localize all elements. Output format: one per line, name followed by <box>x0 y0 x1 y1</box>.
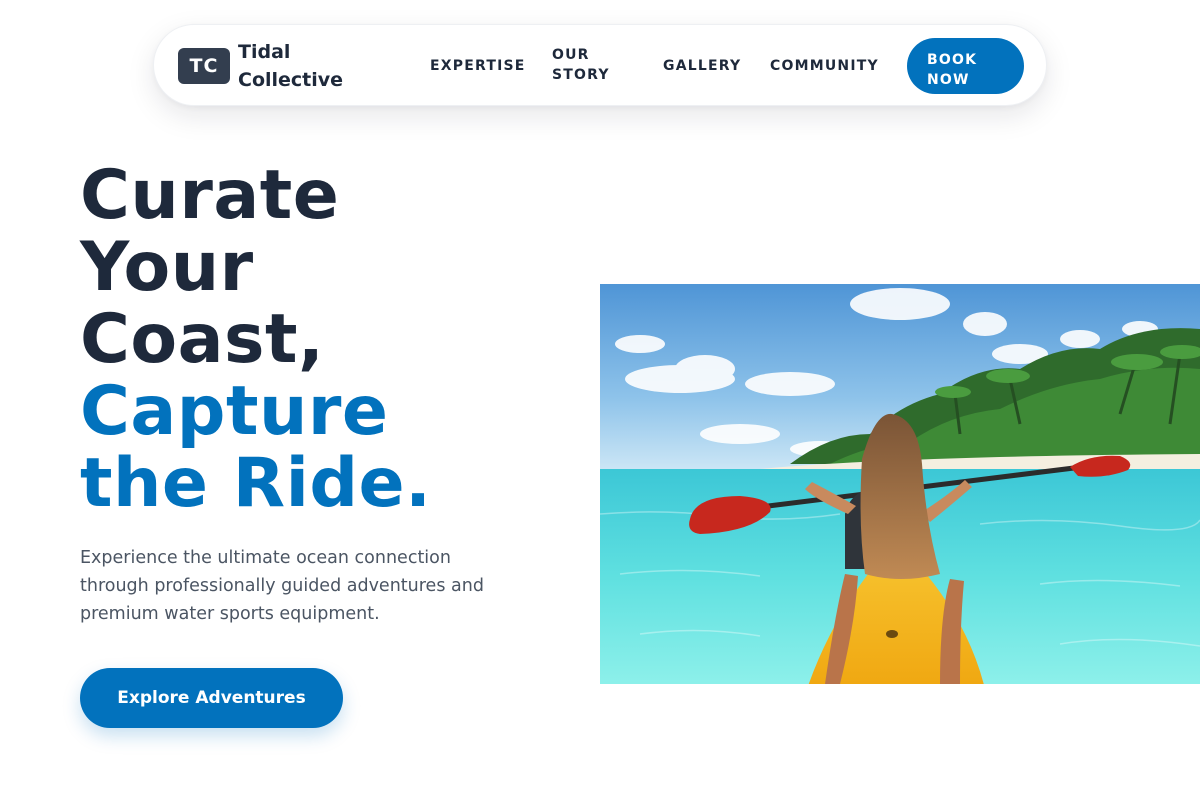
headline-line: Coast, <box>80 300 325 379</box>
nav-link-our-story[interactable]: OUR STORY <box>552 45 632 85</box>
headline-accent-line: the Ride. <box>80 444 432 523</box>
top-navigation: TC Tidal Collective EXPERTISE OUR STORY … <box>153 24 1047 106</box>
nav-link-expertise[interactable]: EXPERTISE <box>430 56 526 76</box>
logo-badge[interactable]: TC <box>178 48 230 84</box>
brand-name[interactable]: Tidal Collective <box>238 38 378 94</box>
hero-kayak-image <box>600 284 1200 684</box>
explore-adventures-button[interactable]: Explore Adventures <box>80 668 343 728</box>
headline-line: Curate <box>80 156 340 235</box>
nav-link-gallery[interactable]: GALLERY <box>663 56 741 76</box>
headline-accent-line: Capture <box>80 372 389 451</box>
hero-headline: Curate Your Coast, Capture the Ride. <box>80 160 580 520</box>
hero-subtext: Experience the ultimate ocean connection… <box>80 548 484 624</box>
nav-link-community[interactable]: COMMUNITY <box>770 56 879 76</box>
book-now-button[interactable]: BOOK NOW <box>907 38 1024 94</box>
headline-line: Your <box>80 228 254 307</box>
